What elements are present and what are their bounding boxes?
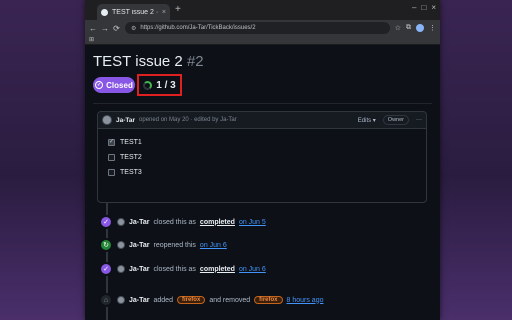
event-actor[interactable]: Ja-Tar: [129, 242, 150, 249]
reload-icon[interactable]: ⟳: [113, 24, 120, 33]
comment-author[interactable]: Ja-Tar: [116, 117, 135, 124]
profile-avatar-icon[interactable]: [416, 24, 424, 32]
event-text: closed this as: [153, 218, 196, 226]
site-info-icon[interactable]: ⚙: [131, 25, 136, 32]
timeline-event-closed: ✓ Ja-Tar closed this as completed on Jun…: [99, 215, 266, 229]
more-options-icon[interactable]: ···: [416, 117, 422, 123]
forward-icon[interactable]: →: [101, 24, 109, 33]
tab-title: TEST issue 2 · Issue #2: [112, 8, 158, 16]
event-text: added: [153, 296, 173, 304]
bookmark-star-icon[interactable]: ☆: [395, 24, 401, 32]
timeline-event-reopened: ↻ Ja-Tar reopened this on Jun 6: [99, 238, 227, 252]
comment-header: Ja-Tar opened on May 20 · edited by Ja-T…: [98, 112, 426, 129]
task-item: TEST3: [108, 165, 426, 180]
browser-tab[interactable]: TEST issue 2 · Issue #2 ×: [97, 4, 170, 20]
task-label: TEST2: [120, 154, 142, 161]
timeline-event-labeled: ⌂ Ja-Tar added firefox and removed firef…: [99, 293, 324, 307]
toolbar-actions: ☆ ⧉ ⋮: [395, 24, 436, 32]
event-date-link[interactable]: on Jun 6: [239, 266, 266, 273]
event-status[interactable]: completed: [200, 266, 235, 273]
label-badge[interactable]: firefox: [254, 296, 283, 304]
github-favicon-icon: [101, 8, 108, 16]
progress-ring-icon: [143, 80, 153, 90]
event-text: reopened this: [153, 241, 196, 249]
minimize-icon[interactable]: –: [412, 3, 416, 12]
header-divider: [93, 103, 432, 104]
closed-check-icon: ✓: [99, 262, 113, 276]
edits-dropdown[interactable]: Edits ▾: [358, 117, 376, 124]
issue-body-comment: Ja-Tar opened on May 20 · edited by Ja-T…: [97, 111, 427, 203]
bookmarks-bar: ⊞: [85, 36, 440, 45]
event-text: closed this as: [153, 265, 196, 273]
task-progress-text: 1 / 3: [156, 79, 176, 91]
browser-toolbar: ← → ⟳ ⚙ https://github.com/Ja-Tar/TickBa…: [85, 20, 440, 36]
address-bar[interactable]: ⚙ https://github.com/Ja-Tar/TickBack/iss…: [125, 22, 390, 34]
task-item: ✓ TEST1: [108, 135, 426, 150]
comment-header-actions: Edits ▾ Owner ···: [358, 115, 422, 125]
author-avatar[interactable]: [102, 115, 112, 125]
url-text: https://github.com/Ja-Tar/TickBack/issue…: [140, 25, 256, 31]
task-list: ✓ TEST1 TEST2 TEST3: [98, 129, 426, 180]
event-actor[interactable]: Ja-Tar: [129, 266, 150, 273]
tag-icon: ⌂: [99, 293, 113, 307]
maximize-icon[interactable]: □: [421, 3, 426, 12]
issue-state-badge: ✓ Closed: [93, 77, 135, 93]
event-actor[interactable]: Ja-Tar: [129, 297, 150, 304]
issue-page: TEST issue 2 #2 ✓ Closed 1 / 3 Ja-Tar op…: [85, 45, 440, 320]
reopened-icon: ↻: [99, 238, 113, 252]
actor-avatar[interactable]: [117, 296, 125, 304]
event-actor[interactable]: Ja-Tar: [129, 219, 150, 226]
event-status[interactable]: completed: [200, 219, 235, 226]
issue-number: #2: [186, 53, 204, 70]
tab-strip: TEST issue 2 · Issue #2 × + – □ ×: [85, 0, 440, 20]
event-text: and removed: [209, 296, 251, 304]
window-controls: – □ ×: [412, 3, 436, 12]
apps-grid-icon[interactable]: ⊞: [89, 37, 94, 43]
task-label: TEST1: [120, 139, 142, 146]
owner-badge: Owner: [382, 115, 409, 125]
issue-state-label: Closed: [106, 80, 133, 90]
event-date-link[interactable]: on Jun 6: [200, 242, 227, 249]
task-checkbox[interactable]: [108, 169, 115, 176]
task-item: TEST2: [108, 150, 426, 165]
task-checkbox-checked[interactable]: ✓: [108, 139, 115, 146]
label-badge[interactable]: firefox: [176, 296, 206, 304]
task-checkbox[interactable]: [108, 154, 115, 161]
timeline-event-closed: ✓ Ja-Tar closed this as completed on Jun…: [99, 262, 266, 276]
close-window-icon[interactable]: ×: [431, 3, 436, 12]
task-label: TEST3: [120, 169, 142, 176]
issue-title-text: TEST issue 2: [93, 53, 183, 70]
check-circle-icon: ✓: [95, 81, 104, 89]
comment-meta: opened on May 20 · edited by Ja-Tar: [139, 117, 237, 123]
actor-avatar[interactable]: [117, 218, 125, 226]
extensions-icon[interactable]: ⧉: [406, 24, 411, 32]
actor-avatar[interactable]: [117, 241, 125, 249]
issue-title: TEST issue 2 #2: [93, 53, 204, 70]
event-date-link[interactable]: 8 hours ago: [287, 297, 324, 304]
new-tab-button[interactable]: +: [175, 4, 181, 16]
tab-close-icon[interactable]: ×: [162, 9, 166, 16]
back-icon[interactable]: ←: [89, 24, 97, 33]
browser-window: TEST issue 2 · Issue #2 × + – □ × ← → ⟳ …: [85, 0, 440, 320]
actor-avatar[interactable]: [117, 265, 125, 273]
event-date-link[interactable]: on Jun 5: [239, 219, 266, 226]
task-progress-indicator: 1 / 3: [137, 74, 182, 96]
closed-check-icon: ✓: [99, 215, 113, 229]
browser-menu-icon[interactable]: ⋮: [429, 24, 436, 32]
